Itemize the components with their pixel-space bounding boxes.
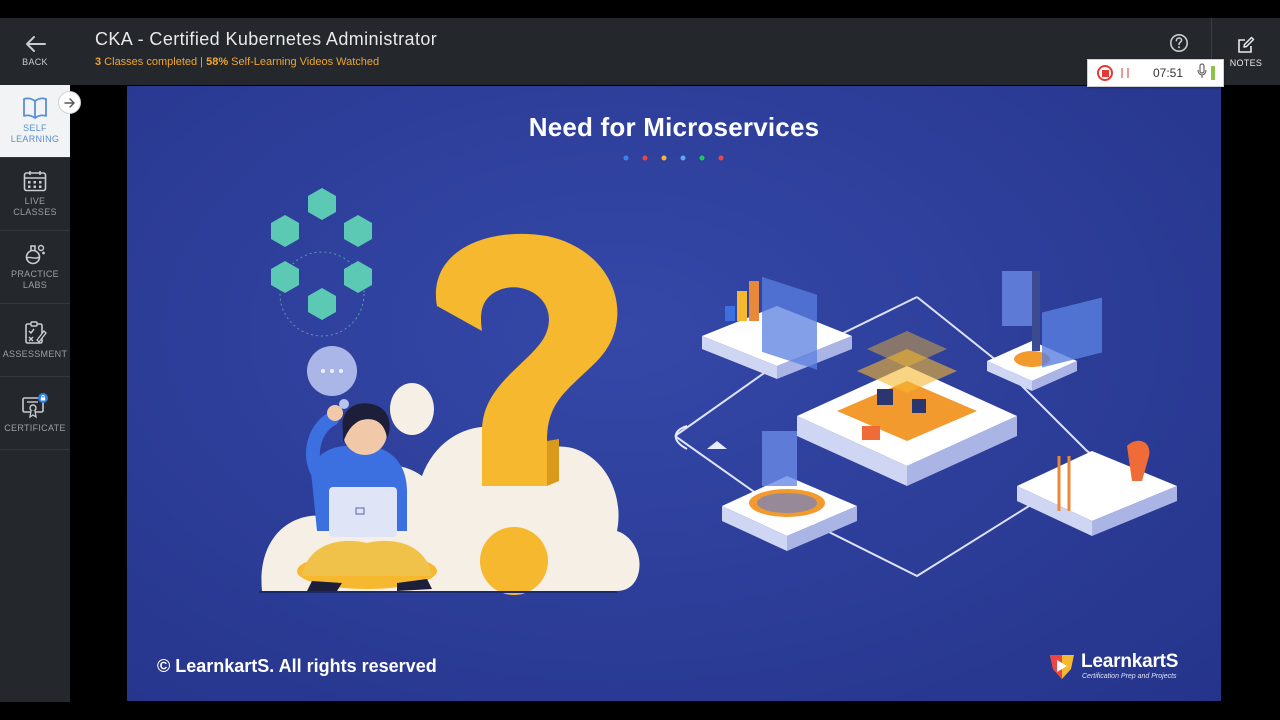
calendar-icon bbox=[23, 171, 47, 192]
back-button[interactable]: BACK bbox=[0, 18, 70, 85]
screen-recorder-widget: 07:51 bbox=[1087, 59, 1224, 87]
sidebar-item-label: CLASSES bbox=[13, 207, 57, 217]
pause-recording-button[interactable] bbox=[1121, 68, 1129, 78]
sidebar: BACK SELF LEARNING LIVE CLASSES PRACTICE LA… bbox=[0, 18, 70, 702]
sidebar-item-label: LABS bbox=[22, 280, 48, 290]
sidebar-item-label: ASSESSMENT bbox=[2, 348, 68, 359]
brand-name: LearnkartS bbox=[1081, 651, 1179, 672]
learnkarts-logo-icon bbox=[1050, 655, 1074, 679]
certificate-lock-icon bbox=[22, 392, 48, 418]
player-letterbox-right bbox=[1221, 86, 1280, 720]
sidebar-item-label: LIVE bbox=[24, 196, 46, 206]
flask-icon bbox=[25, 244, 45, 265]
service-node-graphic bbox=[1017, 297, 1177, 536]
title-dot bbox=[642, 155, 648, 161]
player-letterbox-left bbox=[70, 86, 127, 720]
pause-icon bbox=[1121, 68, 1123, 78]
arrow-left-icon bbox=[26, 36, 46, 52]
videos-watched-percent: 58% bbox=[206, 56, 229, 68]
question-circle-icon bbox=[1170, 34, 1188, 52]
expand-sidebar-button[interactable] bbox=[58, 91, 81, 114]
video-slide[interactable]: Need for Microservices © LearnkartS. All… bbox=[127, 86, 1221, 701]
microservices-network-illustration bbox=[674, 271, 1177, 578]
edit-note-icon bbox=[1238, 36, 1255, 53]
title-dots bbox=[623, 155, 724, 161]
sidebar-item-label: SELF bbox=[23, 123, 47, 133]
classes-completed-text: Classes completed | bbox=[101, 56, 207, 68]
learnkarts-logo: LearnkartS Certification Prep and Projec… bbox=[1047, 651, 1197, 683]
service-node-graphic bbox=[702, 276, 852, 379]
sidebar-item-label: LEARNING bbox=[10, 134, 60, 144]
pause-icon bbox=[1127, 68, 1129, 78]
notes-label: NOTES bbox=[1229, 58, 1263, 68]
sidebar-item-label: CERTIFICATE bbox=[4, 422, 66, 433]
title-dot bbox=[718, 155, 724, 161]
progress-summary: 3 Classes completed | 58% Self-Learning … bbox=[95, 56, 379, 68]
back-label: BACK bbox=[22, 57, 48, 67]
open-book-icon bbox=[23, 97, 47, 119]
videos-watched-text: Self-Learning Videos Watched bbox=[228, 56, 380, 68]
slide-title: Need for Microservices bbox=[528, 112, 820, 142]
arrow-right-icon bbox=[63, 97, 75, 108]
slide-copyright: © LearnkartS. All rights reserved bbox=[157, 656, 437, 676]
sidebar-item-certificate[interactable]: CERTIFICATE bbox=[0, 377, 70, 450]
sidebar-item-assessment[interactable]: ASSESSMENT bbox=[0, 304, 70, 377]
recording-time: 07:51 bbox=[1153, 66, 1184, 80]
player-letterbox-bottom bbox=[70, 701, 1280, 720]
brand-tagline: Certification Prep and Projects bbox=[1082, 673, 1177, 680]
course-title: CKA - Certified Kubernetes Administrator bbox=[95, 29, 438, 49]
title-dot bbox=[661, 155, 667, 161]
stop-recording-button[interactable] bbox=[1097, 65, 1113, 81]
help-button[interactable] bbox=[1169, 33, 1189, 53]
hexagon-ring-graphic bbox=[271, 188, 372, 337]
title-dot bbox=[699, 155, 705, 161]
title-dot bbox=[623, 155, 629, 161]
audio-level-meter bbox=[1211, 66, 1216, 80]
sidebar-item-live-classes[interactable]: LIVE CLASSES bbox=[0, 158, 70, 231]
stop-icon bbox=[1101, 69, 1109, 77]
top-strip bbox=[0, 0, 1280, 18]
clipboard-check-icon bbox=[25, 320, 47, 344]
microphone-icon bbox=[1197, 62, 1207, 78]
title-dot bbox=[680, 155, 686, 161]
microphone-button[interactable] bbox=[1197, 62, 1207, 84]
sidebar-item-label: PRACTICE bbox=[11, 269, 59, 279]
sidebar-item-practice-labs[interactable]: PRACTICE LABS bbox=[0, 231, 70, 304]
